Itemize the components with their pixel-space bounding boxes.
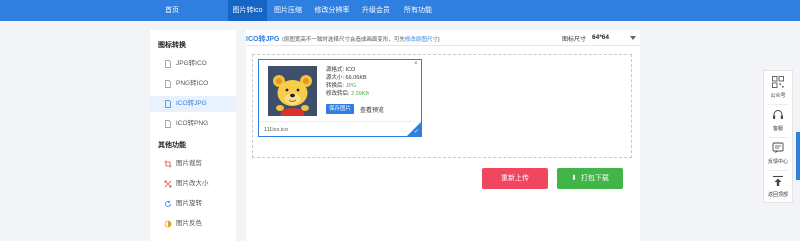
sidebar-item-label: 图片改大小: [176, 180, 209, 187]
source-size: 源大小: 66.06KB: [326, 75, 367, 81]
rotate-icon: [165, 200, 171, 207]
source-format: 源格式: ICO: [326, 67, 356, 73]
sidebar-item-invert[interactable]: 图片反色: [150, 216, 236, 232]
converted-format: 转换后: JPG: [326, 83, 357, 89]
download-icon: ⬇: [571, 175, 577, 182]
sidebar-item-label: ICO转JPG: [176, 100, 207, 107]
sidebar-item-label: 图片裁剪: [176, 160, 202, 167]
divider: [259, 121, 421, 122]
hint-suffix: ): [437, 36, 440, 43]
sidebar-item-jpg-to-ico[interactable]: JPG转ICO: [150, 56, 236, 72]
sidebar-item-label: 图片旋转: [176, 200, 202, 207]
sidebar-item-label: 图片反色: [176, 220, 202, 227]
sidebar-group-icon-convert: 图标转换: [158, 42, 186, 49]
file-card[interactable]: 源格式: ICO 源大小: 66.06KB 转换后: JPG 修改转后: 2.0…: [258, 59, 422, 137]
back-to-top-button[interactable]: 返回顶部: [764, 170, 792, 203]
headset-icon: [773, 110, 783, 119]
sidebar-item-png-to-ico[interactable]: PNG转ICO: [150, 76, 236, 92]
sidebar-item-ico-to-png[interactable]: ICO转PNG: [150, 116, 236, 132]
hint-prefix: (原图宽高不一致时选择尺寸会造成画面变形，可先: [282, 36, 405, 43]
sidebar-item-crop[interactable]: 图片裁剪: [150, 156, 236, 172]
feedback-icon: [772, 142, 784, 154]
back-to-top-icon: [773, 175, 783, 186]
sidebar-item-resize[interactable]: 图片改大小: [150, 176, 236, 192]
file-icon: [165, 100, 171, 108]
sidebar-item-ico-to-jpg[interactable]: ICO转JPG: [150, 96, 236, 112]
main-panel: ICO转JPG (原图宽高不一致时选择尺寸会造成画面变形，可先修改原图尺寸) 图…: [246, 30, 640, 241]
nav-all-functions[interactable]: 所有功能: [397, 0, 439, 21]
edit-size-link[interactable]: 修改原图尺寸: [405, 37, 438, 43]
nav-upgrade-vip[interactable]: 升级会员: [355, 0, 397, 21]
sidebar-item-label: ICO转PNG: [176, 120, 209, 127]
float-label: 反馈中心: [767, 159, 788, 165]
check-icon: ✓: [413, 129, 419, 135]
float-label: 返回顶部: [767, 192, 788, 198]
download-all-button[interactable]: ⬇ 打包下载: [557, 168, 623, 189]
save-image-button[interactable]: 保存图片: [326, 104, 354, 114]
file-name: 111ico.ico: [264, 127, 288, 133]
view-preview-link[interactable]: 查看预览: [360, 105, 384, 114]
customer-service-button[interactable]: 客服: [764, 104, 792, 137]
feedback-button[interactable]: 反馈中心: [764, 137, 792, 170]
sidebar-item-rotate[interactable]: 图片旋转: [150, 196, 236, 212]
file-icon: [165, 60, 171, 68]
wechat-official-button[interactable]: 公众号: [764, 71, 792, 104]
close-icon[interactable]: ×: [414, 61, 418, 67]
sidebar-item-label: JPG转ICO: [176, 60, 207, 67]
page-title: ICO转JPG: [246, 36, 280, 43]
converted-size: 修改转后: 2.09KB: [326, 91, 370, 97]
qrcode-icon: [772, 76, 784, 88]
side-edge-tab[interactable]: [796, 132, 800, 180]
download-label: 打包下载: [580, 175, 609, 182]
reupload-button[interactable]: 重新上传: [482, 168, 548, 189]
nav-change-resolution[interactable]: 修改分辨率: [309, 0, 355, 21]
image-thumbnail: [268, 66, 317, 116]
file-icon: [165, 80, 171, 88]
icon-size-select[interactable]: 64*64: [592, 34, 609, 41]
sidebar-group-other: 其他功能: [158, 142, 186, 149]
nav-image-compress[interactable]: 图片压缩: [267, 0, 309, 21]
crop-icon: [164, 160, 172, 168]
sidebar-item-label: PNG转ICO: [176, 80, 209, 87]
float-label: 公众号: [770, 93, 786, 99]
icon-size-label: 图标尺寸: [562, 37, 587, 43]
resize-hint: (原图宽高不一致时选择尺寸会造成画面变形，可先修改原图尺寸): [282, 35, 440, 43]
divider: [246, 45, 640, 46]
file-info: 源格式: ICO 源大小: 66.06KB 转换后: JPG 修改转后: 2.0…: [326, 66, 369, 98]
file-icon: [165, 120, 171, 128]
nav-image-to-ico[interactable]: 图片转ico: [228, 0, 267, 21]
top-nav: 首页 图片转ico 图片压缩 修改分辨率 升级会员 所有功能: [0, 0, 800, 21]
resize-icon: [164, 180, 172, 188]
nav-home[interactable]: 首页: [155, 0, 189, 21]
invert-icon: [164, 220, 172, 228]
floating-toolbar: 公众号 客服 反馈中心 返回顶部: [763, 70, 793, 203]
bear-image-icon: [268, 66, 317, 116]
chevron-down-icon[interactable]: [630, 36, 636, 40]
float-label: 客服: [772, 126, 783, 132]
sidebar: 图标转换 JPG转ICO PNG转ICO ICO转JPG ICO转PNG 其他功…: [150, 30, 236, 241]
